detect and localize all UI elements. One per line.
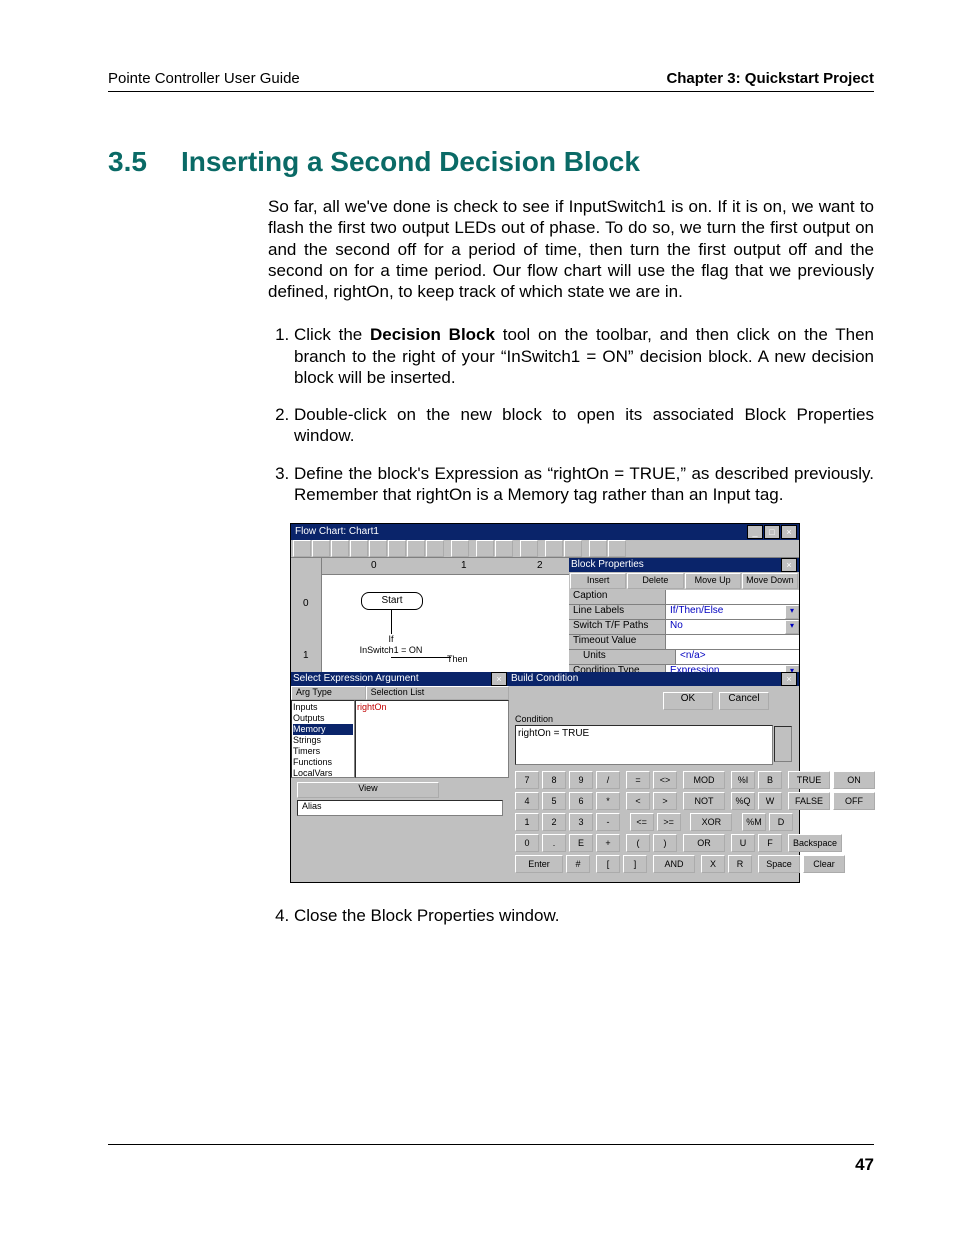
flowchart-canvas[interactable]: 0 1 2 0 1 Start If InSwitch1 = ON Then [291, 558, 570, 673]
build-condition-panel: Build Condition × OK Cancel Condition ri… [509, 672, 799, 882]
key-true[interactable]: TRUE [788, 771, 830, 789]
insert-button[interactable]: Insert [570, 573, 626, 589]
close-icon[interactable]: × [781, 672, 797, 686]
key-b[interactable]: B [758, 771, 782, 789]
key-mod[interactable]: MOD [683, 771, 725, 789]
selection-list[interactable]: rightOn [355, 700, 509, 778]
toolbar-icon[interactable] [564, 540, 582, 557]
toolbar-icon[interactable] [476, 540, 494, 557]
toolbar-icon[interactable] [589, 540, 607, 557]
section-title: Inserting a Second Decision Block [181, 146, 640, 178]
delete-button[interactable]: Delete [627, 573, 683, 589]
block-properties-panel: Block Properties × Insert Delete Move Up… [569, 558, 799, 672]
step-3: Define the block's Expression as “rightO… [294, 463, 874, 506]
scrollbar[interactable] [774, 726, 792, 762]
toolbar-icon[interactable] [407, 540, 425, 557]
toolbar-icon[interactable] [495, 540, 513, 557]
toolbar-icon[interactable] [545, 540, 563, 557]
footer-rule [108, 1144, 874, 1145]
minimize-button[interactable]: _ [747, 525, 763, 539]
section-number: 3.5 [108, 146, 147, 178]
moveup-button[interactable]: Move Up [685, 573, 741, 589]
selectionlist-header: Selection List [366, 686, 509, 700]
running-head: Pointe Controller User Guide Chapter 3: … [108, 70, 874, 92]
close-button[interactable]: × [781, 525, 797, 539]
toolbar-icon[interactable] [426, 540, 444, 557]
decision-node[interactable]: If InSwitch1 = ON [342, 634, 440, 657]
key-eq[interactable]: = [626, 771, 650, 789]
toolbar-icon[interactable] [293, 540, 311, 557]
condition-label: Condition [509, 714, 799, 725]
key-enter[interactable]: Enter [515, 855, 563, 873]
key-ne[interactable]: <> [653, 771, 677, 789]
chevron-down-icon[interactable]: ▾ [785, 620, 799, 634]
key-space[interactable]: Space [758, 855, 800, 873]
toolbar-icon[interactable] [331, 540, 349, 557]
steps-list-cont: Close the Block Properties window. [268, 905, 874, 926]
key-8[interactable]: 8 [542, 771, 566, 789]
cancel-button[interactable]: Cancel [719, 692, 769, 710]
movedown-button[interactable]: Move Down [742, 573, 798, 589]
condition-input[interactable]: rightOn = TRUE [515, 725, 773, 765]
then-label: Then [447, 654, 468, 665]
key-9[interactable]: 9 [569, 771, 593, 789]
ok-button[interactable]: OK [663, 692, 713, 710]
close-icon[interactable]: × [491, 672, 507, 686]
section-heading: 3.5 Inserting a Second Decision Block [108, 146, 874, 178]
step-1: Click the Decision Block tool on the too… [294, 324, 874, 388]
key-div[interactable]: / [596, 771, 620, 789]
view-button[interactable]: View [297, 782, 439, 798]
key-pi[interactable]: %I [731, 771, 755, 789]
toolbar-icon[interactable] [369, 540, 387, 557]
window-title: Flow Chart: Chart1 [293, 526, 746, 539]
toolbar-icon[interactable] [312, 540, 330, 557]
close-icon[interactable]: × [781, 558, 797, 572]
window-titlebar: Flow Chart: Chart1 _ □ × [291, 524, 799, 540]
key-7[interactable]: 7 [515, 771, 539, 789]
toolbar-icon[interactable] [388, 540, 406, 557]
key-backspace[interactable]: Backspace [788, 834, 842, 852]
toolbar-icon[interactable] [608, 540, 626, 557]
page-number: 47 [855, 1155, 874, 1175]
argtype-header: Arg Type [291, 686, 366, 700]
toolbar-icon[interactable] [520, 540, 538, 557]
chevron-down-icon[interactable]: ▾ [785, 605, 799, 619]
select-expression-panel: Select Expression Argument × Arg Type Se… [291, 672, 510, 882]
header-right: Chapter 3: Quickstart Project [666, 70, 874, 87]
key-on[interactable]: ON [833, 771, 875, 789]
header-left: Pointe Controller User Guide [108, 70, 300, 87]
step-2: Double-click on the new block to open it… [294, 404, 874, 447]
keypad: 789/ =<> MOD %IB TRUEON 456* <> NOT %QW … [509, 765, 799, 873]
key-clear[interactable]: Clear [803, 855, 845, 873]
intro-paragraph: So far, all we've done is check to see i… [268, 196, 874, 302]
maximize-button[interactable]: □ [764, 525, 780, 539]
alias-field[interactable]: Alias [297, 800, 503, 816]
start-node[interactable]: Start [361, 592, 423, 610]
toolbar-icon[interactable] [451, 540, 469, 557]
argtype-list[interactable]: Inputs Outputs Memory Strings Timers Fun… [291, 700, 355, 778]
toolbar-icon[interactable] [350, 540, 368, 557]
step-4: Close the Block Properties window. [294, 905, 874, 926]
steps-list: Click the Decision Block tool on the too… [268, 324, 874, 505]
toolbar [291, 540, 799, 558]
screenshot-figure: Flow Chart: Chart1 _ □ × [290, 523, 800, 883]
